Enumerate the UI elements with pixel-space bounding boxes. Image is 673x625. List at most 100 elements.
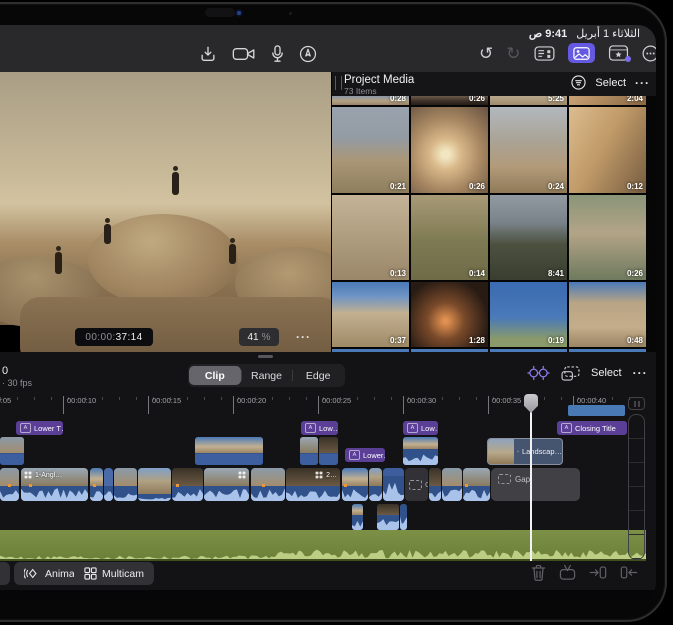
timeline-clip[interactable]: [442, 468, 462, 501]
timecode-display[interactable]: 00:00:37:14: [75, 328, 153, 346]
media-browser-panel: Project Media 73 Items Select ··· 0:28 0…: [332, 72, 656, 352]
undo-icon[interactable]: ↺: [479, 45, 493, 62]
timeline-clip[interactable]: [90, 468, 103, 501]
delete-icon[interactable]: [531, 564, 546, 581]
media-more-button[interactable]: ···: [635, 76, 650, 90]
tab-range[interactable]: Range: [241, 366, 293, 385]
title-icon: A: [407, 423, 418, 433]
append-icon[interactable]: [620, 564, 638, 581]
redo-icon[interactable]: ↻: [506, 45, 520, 62]
record-camera-icon[interactable]: [232, 46, 256, 62]
timeline-select-button[interactable]: Select: [591, 367, 622, 379]
connected-clip[interactable]: [352, 504, 363, 530]
viewer-more-button[interactable]: ···: [296, 330, 311, 344]
playhead-handle[interactable]: [524, 394, 538, 413]
media-thumbnail[interactable]: 0:21: [332, 107, 409, 193]
timeline-resize-handle[interactable]: [258, 355, 273, 358]
timeline-gap-clip[interactable]: G…: [405, 468, 428, 501]
media-thumbnail[interactable]: 0:26: [411, 107, 488, 193]
zoom-level-button[interactable]: 41%: [239, 328, 279, 346]
effects-icon[interactable]: [608, 45, 629, 61]
inspector-icon[interactable]: [534, 46, 555, 61]
timeline-multicam-clip[interactable]: [204, 468, 249, 501]
connected-clip[interactable]: [300, 437, 318, 465]
media-thumbnail[interactable]: 8:41: [490, 195, 567, 280]
person-silhouette: [229, 244, 236, 264]
multicam-button[interactable]: Multicam: [74, 562, 154, 585]
media-thumbnail[interactable]: 0:13: [332, 195, 409, 280]
tab-clip[interactable]: Clip: [189, 366, 241, 385]
media-browser-button[interactable]: [568, 43, 595, 63]
connected-clip[interactable]: [319, 437, 338, 465]
title-clip[interactable]: ALower T…: [16, 421, 63, 435]
edge-button-partial[interactable]: [0, 562, 10, 585]
blade-icon[interactable]: [559, 564, 576, 581]
ruler-tick: 00:00:15: [148, 396, 181, 414]
title-clip[interactable]: ALow…: [403, 421, 438, 435]
viewer-video-frame[interactable]: [0, 72, 331, 325]
ipad-device: الثلاثاء 1 أبريل 9:41 ص: [0, 0, 673, 625]
insert-icon[interactable]: [589, 564, 607, 581]
landscape-clip-selected[interactable]: Landscap…: [487, 438, 563, 465]
timeline-clip[interactable]: [251, 468, 285, 501]
media-thumbnail[interactable]: 5:25: [490, 96, 567, 105]
clip-marker[interactable]: [176, 484, 179, 487]
apple-pencil-icon[interactable]: [299, 45, 317, 63]
microphone-icon[interactable]: [271, 45, 284, 63]
timeline-gap-clip[interactable]: Gap: [491, 468, 580, 501]
media-select-button[interactable]: Select: [595, 77, 626, 89]
media-thumbnail[interactable]: 0:14: [411, 195, 488, 280]
timeline-clip[interactable]: [383, 468, 404, 501]
audio-track-clip[interactable]: [0, 530, 646, 561]
timeline-clip[interactable]: [429, 468, 441, 501]
overlay-icon[interactable]: [561, 366, 580, 381]
media-thumbnail[interactable]: 0:26: [411, 96, 488, 105]
title-clip[interactable]: ALow…: [301, 421, 338, 435]
clip-marker[interactable]: [465, 484, 468, 487]
gap-label: G…: [425, 480, 428, 489]
more-icon[interactable]: [642, 45, 657, 62]
timeline-clip[interactable]: [114, 468, 137, 501]
connected-clip[interactable]: [403, 437, 438, 465]
media-thumbnail[interactable]: 0:26: [569, 195, 646, 280]
media-thumbnail[interactable]: 1:28: [411, 282, 488, 347]
track-pause-icon[interactable]: [628, 397, 645, 410]
clip-marker[interactable]: [262, 484, 265, 487]
media-thumbnail[interactable]: 0:24: [490, 107, 567, 193]
status-bar: الثلاثاء 1 أبريل 9:41 ص: [529, 27, 640, 40]
filter-icon[interactable]: [571, 75, 586, 90]
timeline-vertical-scrollbar[interactable]: [628, 414, 645, 560]
title-clip-label: Low…: [319, 424, 338, 433]
media-thumbnail[interactable]: 2:04: [569, 96, 646, 105]
timeline-clip[interactable]: [138, 468, 171, 501]
timeline-clip[interactable]: [568, 405, 625, 416]
title-clip[interactable]: ALower…: [345, 448, 385, 462]
media-header: Project Media 73 Items Select ···: [332, 72, 656, 96]
clip-marker[interactable]: [93, 484, 96, 487]
connected-clip[interactable]: [195, 437, 263, 465]
connected-clip[interactable]: [400, 504, 407, 530]
tab-edge[interactable]: Edge: [292, 366, 344, 385]
panel-drag-handle-icon[interactable]: [335, 76, 342, 90]
timeline-clip[interactable]: [104, 468, 113, 501]
connected-clip[interactable]: [377, 504, 399, 530]
playhead-line[interactable]: [530, 411, 532, 561]
import-icon[interactable]: [199, 45, 217, 63]
media-item-count: 73 Items: [344, 86, 377, 96]
connected-clip[interactable]: [0, 437, 24, 465]
media-thumbnail[interactable]: 0:12: [569, 107, 646, 193]
title-clip[interactable]: AClosing Title: [557, 421, 627, 435]
timeline-more-button[interactable]: ···: [633, 366, 648, 380]
media-thumbnail[interactable]: 0:48: [569, 282, 646, 347]
jog-wheel-icon[interactable]: [527, 365, 550, 381]
clip-marker[interactable]: [29, 484, 32, 487]
media-thumbnail[interactable]: 0:28: [332, 96, 409, 105]
timeline-clip[interactable]: [369, 468, 382, 501]
timeline-header-right: Select ···: [527, 365, 648, 381]
media-thumbnail[interactable]: 0:37: [332, 282, 409, 347]
timeline-multicam-clip[interactable]: 2…: [286, 468, 340, 501]
person-silhouette: [172, 172, 179, 195]
media-thumbnail[interactable]: 0:19: [490, 282, 567, 347]
clip-marker[interactable]: [8, 484, 11, 487]
clip-marker[interactable]: [344, 484, 347, 487]
